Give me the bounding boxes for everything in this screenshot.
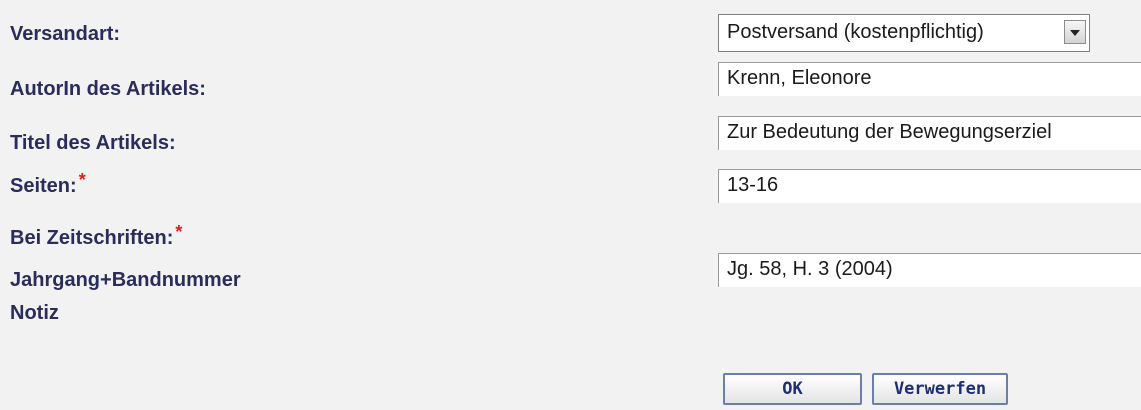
- zeitschriften-label-row: Bei Zeitschriften: *: [10, 222, 182, 250]
- zeitschriften-label: Bei Zeitschriften:: [10, 227, 174, 249]
- versandart-selected-value: Postversand (kostenpflichtig): [727, 21, 984, 43]
- jahrgang-label: Jahrgang+Bandnummer: [10, 269, 241, 291]
- versandart-label: Versandart:: [10, 23, 121, 45]
- jahrgang-input[interactable]: Jg. 58, H. 3 (2004): [718, 253, 1141, 287]
- seiten-label: Seiten:: [10, 175, 77, 197]
- titel-input[interactable]: Zur Bedeutung der Bewegungserziel: [718, 116, 1141, 150]
- discard-button[interactable]: Verwerfen: [872, 373, 1008, 405]
- titel-label: Titel des Artikels:: [10, 132, 176, 154]
- chevron-down-icon[interactable]: [1064, 20, 1086, 44]
- seiten-input[interactable]: 13-16: [718, 169, 1141, 203]
- autorin-input[interactable]: Krenn, Eleonore: [718, 62, 1141, 96]
- notiz-label: Notiz: [10, 302, 59, 324]
- required-marker: *: [78, 170, 86, 190]
- autorin-label: AutorIn des Artikels:: [10, 78, 206, 100]
- seiten-label-row: Seiten: *: [10, 170, 86, 198]
- ok-button[interactable]: OK: [723, 373, 862, 405]
- required-marker: *: [175, 222, 183, 242]
- versandart-select[interactable]: Postversand (kostenpflichtig): [718, 14, 1090, 52]
